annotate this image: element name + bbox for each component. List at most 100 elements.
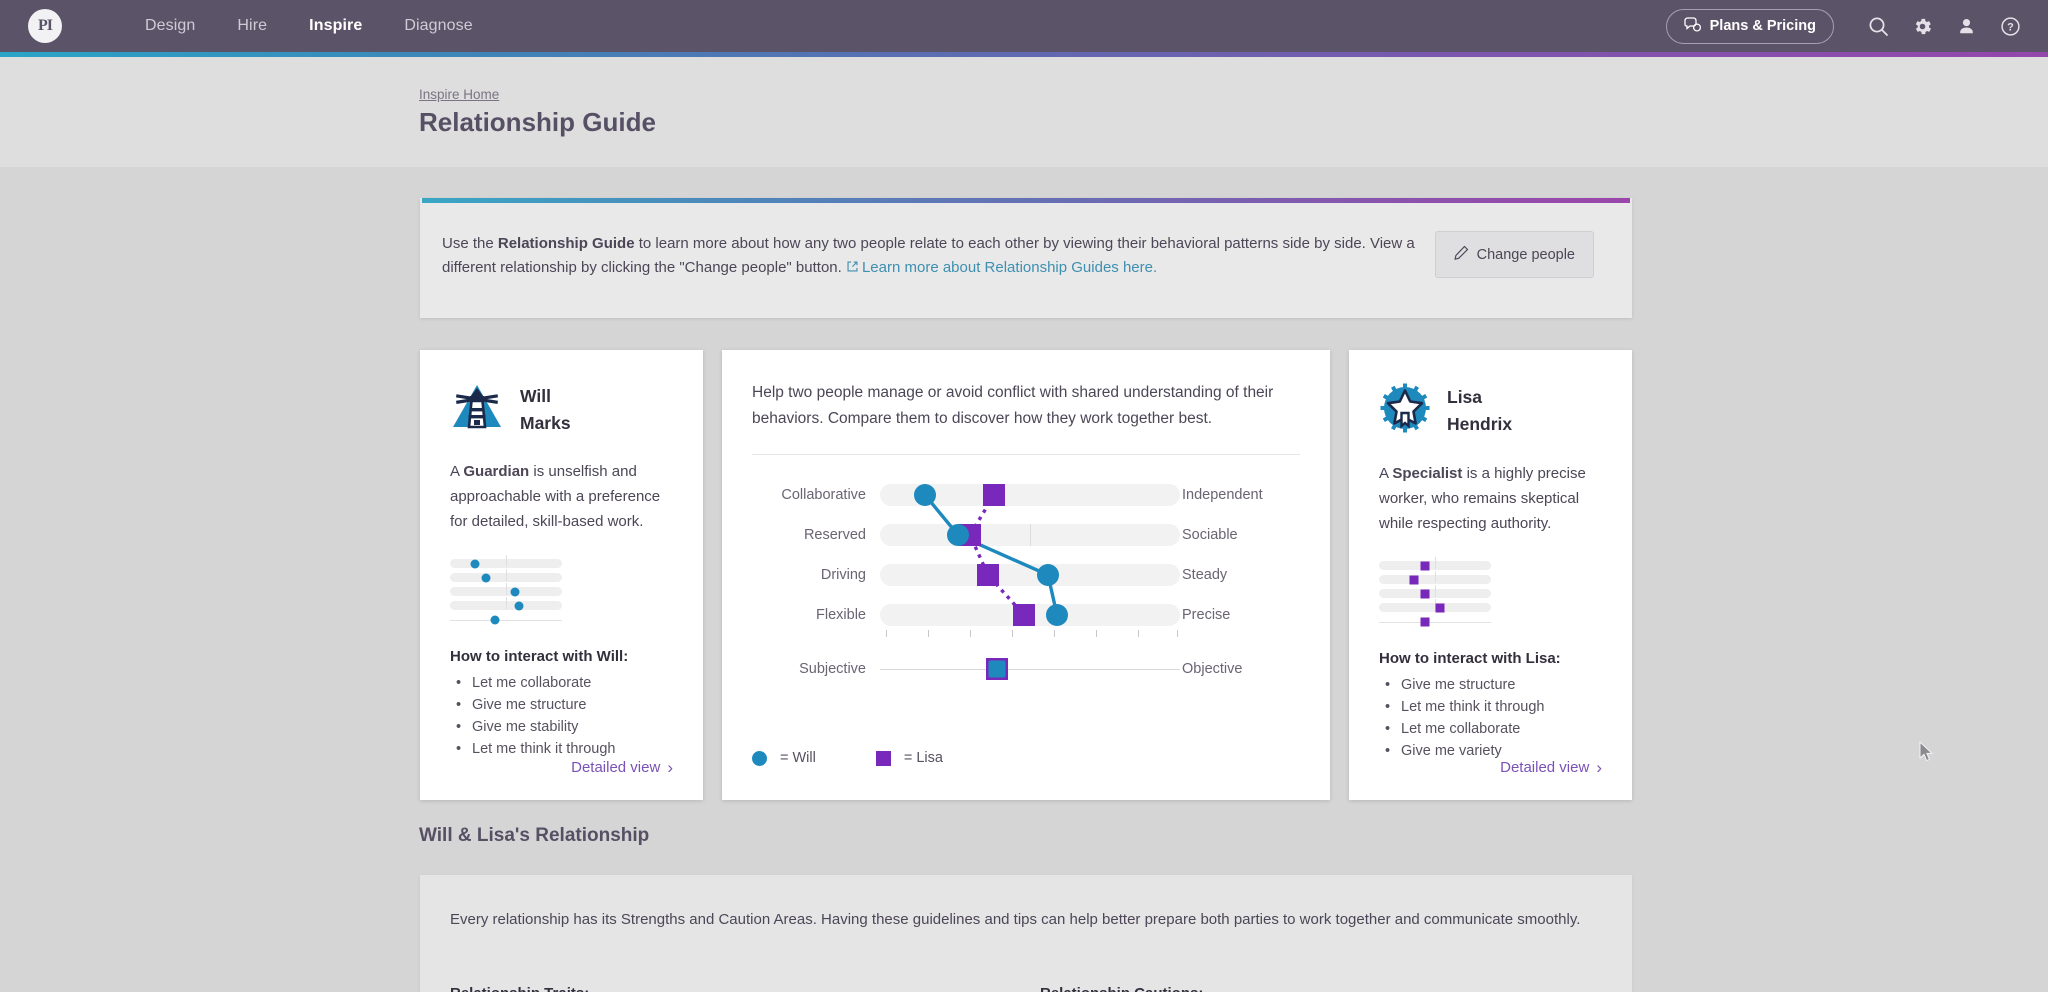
learn-more-link[interactable]: Learn more about Relationship Guides her… bbox=[862, 259, 1157, 276]
chart-right-label-3: Precise bbox=[1182, 607, 1230, 623]
chart-left-label-3: Flexible bbox=[816, 607, 866, 623]
chart-legend: = Will = Lisa bbox=[752, 750, 943, 766]
person-card-lisa: Lisa Hendrix A Specialist is a highly pr… bbox=[1349, 350, 1632, 800]
comparison-chart-card: Help two people manage or avoid conflict… bbox=[722, 350, 1330, 800]
chart-left-label-2: Driving bbox=[821, 567, 866, 583]
chart-marker-will-3 bbox=[1046, 604, 1068, 626]
banner-text-bold: Relationship Guide bbox=[498, 235, 635, 252]
breadcrumb-inspire-home[interactable]: Inspire Home bbox=[419, 87, 499, 102]
chart-left-label-0: Collaborative bbox=[781, 487, 866, 503]
chart-marker-will-2 bbox=[1037, 564, 1059, 586]
nav-link-diagnose[interactable]: Diagnose bbox=[383, 17, 493, 35]
divider bbox=[752, 454, 1300, 455]
nav-link-hire[interactable]: Hire bbox=[216, 17, 288, 35]
gear-icon[interactable] bbox=[1900, 4, 1944, 48]
chart-marker-will-4 bbox=[989, 661, 1006, 678]
chart-marker-will-1 bbox=[947, 524, 969, 546]
mini-marker-lisa-2 bbox=[1420, 589, 1429, 598]
chart-marker-will-0 bbox=[914, 484, 936, 506]
desc-prefix-will: A bbox=[450, 463, 463, 480]
chart-marker-lisa-0 bbox=[983, 484, 1005, 506]
banner-text-prefix: Use the bbox=[442, 235, 498, 252]
nav-link-design[interactable]: Design bbox=[124, 17, 216, 35]
person-card-will: Will Marks A Guardian is unselfish and a… bbox=[420, 350, 703, 800]
chart-right-label-4: Objective bbox=[1182, 661, 1242, 677]
external-link-icon bbox=[846, 257, 859, 281]
primary-nav-links: Design Hire Inspire Diagnose bbox=[124, 17, 494, 35]
banner-gradient-strip bbox=[422, 198, 1630, 203]
list-item: Let me think it through bbox=[450, 739, 673, 760]
detailed-view-label-lisa: Detailed view bbox=[1500, 759, 1589, 776]
mini-marker-will-2 bbox=[510, 587, 519, 596]
legend-square-icon bbox=[876, 751, 891, 766]
detailed-view-label-will: Detailed view bbox=[571, 759, 660, 776]
relationship-intro-text: Every relationship has its Strengths and… bbox=[450, 907, 1600, 932]
plans-and-pricing-button[interactable]: Plans & Pricing bbox=[1666, 9, 1834, 44]
plans-button-label: Plans & Pricing bbox=[1710, 18, 1816, 34]
legend-circle-icon bbox=[752, 751, 767, 766]
search-icon[interactable] bbox=[1856, 4, 1900, 48]
pencil-icon bbox=[1454, 245, 1469, 264]
chart-marker-lisa-3 bbox=[1013, 604, 1035, 626]
top-navigation-bar: PI Design Hire Inspire Diagnose Plans & … bbox=[0, 0, 2048, 52]
nav-link-inspire[interactable]: Inspire bbox=[288, 17, 383, 35]
relationship-traits-column: Relationship Traits: bbox=[450, 985, 1040, 992]
relationship-section-title: Will & Lisa's Relationship bbox=[419, 825, 649, 847]
relationship-card: Every relationship has its Strengths and… bbox=[420, 875, 1632, 992]
nav-right-controls: Plans & Pricing ? bbox=[1666, 0, 2032, 52]
list-item: Let me collaborate bbox=[1379, 719, 1602, 740]
person-name-will: Will Marks bbox=[520, 383, 571, 437]
change-people-label: Change people bbox=[1477, 247, 1575, 263]
person-card-header-will: Will Marks bbox=[450, 382, 673, 437]
interact-heading-will: How to interact with Will: bbox=[450, 648, 673, 665]
mini-marker-lisa-1 bbox=[1409, 575, 1418, 584]
chart-axis-ticks bbox=[880, 630, 1180, 638]
person-description-will: A Guardian is unselfish and approachable… bbox=[450, 459, 673, 534]
info-banner: Use the Relationship Guide to learn more… bbox=[420, 198, 1632, 318]
chart-right-label-1: Sociable bbox=[1182, 527, 1238, 543]
chart-left-label-1: Reserved bbox=[804, 527, 866, 543]
list-item: Let me think it through bbox=[1379, 697, 1602, 718]
interact-heading-lisa: How to interact with Lisa: bbox=[1379, 650, 1602, 667]
mini-marker-will-3 bbox=[515, 601, 524, 610]
person-last-name-will: Marks bbox=[520, 410, 571, 437]
chat-bubbles-icon bbox=[1684, 17, 1701, 36]
mini-marker-lisa-3 bbox=[1435, 603, 1444, 612]
mini-marker-will-1 bbox=[481, 573, 490, 582]
profile-cards-row: Will Marks A Guardian is unselfish and a… bbox=[420, 350, 1632, 800]
reference-profile-will: Guardian bbox=[463, 463, 529, 480]
list-item: Let me collaborate bbox=[450, 673, 673, 694]
mini-marker-lisa-4 bbox=[1420, 618, 1429, 627]
user-icon[interactable] bbox=[1944, 4, 1988, 48]
reference-profile-lisa: Specialist bbox=[1392, 465, 1462, 482]
change-people-button[interactable]: Change people bbox=[1435, 231, 1594, 278]
relationship-cautions-column: Relationship Cautions: bbox=[1040, 985, 1203, 992]
list-item: Give me structure bbox=[1379, 675, 1602, 696]
mini-pattern-chart-will bbox=[450, 554, 570, 626]
detailed-view-link-lisa[interactable]: Detailed view › bbox=[1500, 759, 1602, 776]
legend-item-will: = Will bbox=[752, 750, 816, 766]
pi-logo[interactable]: PI bbox=[28, 9, 62, 43]
relationship-columns: Relationship Traits: Relationship Cautio… bbox=[450, 985, 1600, 992]
mini-marker-will-0 bbox=[470, 559, 479, 568]
relationship-cautions-heading: Relationship Cautions: bbox=[1040, 985, 1203, 992]
mouse-cursor bbox=[1919, 741, 1935, 768]
desc-prefix-lisa: A bbox=[1379, 465, 1392, 482]
behavioral-comparison-chart: Collaborative Independent Reserved Socia… bbox=[752, 481, 1300, 681]
legend-label-will: = Will bbox=[780, 750, 816, 766]
mini-pattern-chart-lisa bbox=[1379, 556, 1499, 628]
detailed-view-link-will[interactable]: Detailed view › bbox=[571, 759, 673, 776]
person-name-lisa: Lisa Hendrix bbox=[1447, 384, 1512, 438]
chart-intro-text: Help two people manage or avoid conflict… bbox=[752, 380, 1300, 432]
chart-right-label-0: Independent bbox=[1182, 487, 1263, 503]
chevron-right-icon: › bbox=[667, 759, 673, 776]
chart-marker-lisa-2 bbox=[977, 564, 999, 586]
svg-text:?: ? bbox=[2007, 21, 2014, 33]
legend-item-lisa: = Lisa bbox=[876, 750, 943, 766]
person-last-name-lisa: Hendrix bbox=[1447, 411, 1512, 438]
list-item: Give me stability bbox=[450, 717, 673, 738]
star-gear-icon bbox=[1379, 382, 1431, 439]
page-title: Relationship Guide bbox=[419, 107, 656, 138]
help-icon[interactable]: ? bbox=[1988, 4, 2032, 48]
lighthouse-icon bbox=[450, 382, 504, 437]
